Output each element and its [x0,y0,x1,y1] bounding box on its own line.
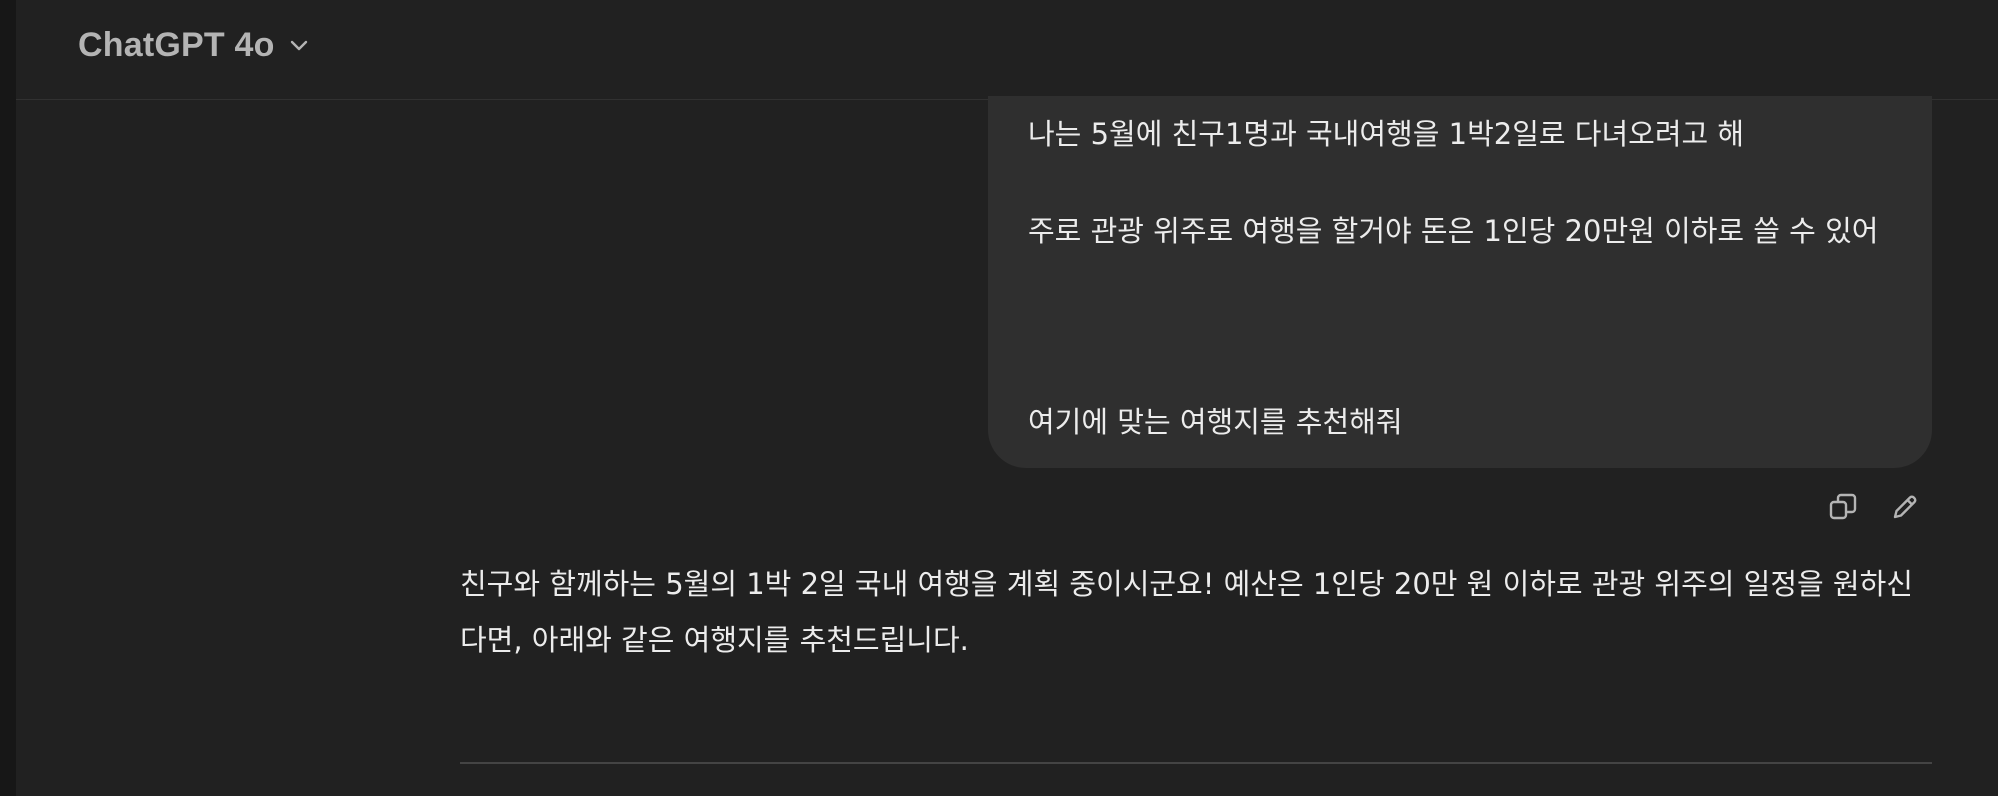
copy-button[interactable] [1822,488,1864,530]
top-bar: ChatGPT 4o [16,0,1998,100]
model-name: ChatGPT 4o [78,25,275,64]
divider [460,762,1932,764]
pencil-icon [1890,492,1920,526]
sidebar-edge [0,0,16,796]
user-message-line: 나는 5월에 친구1명과 국내여행을 1박2일로 다녀오려고 해 [1028,117,1745,151]
user-message-line: 여기에 맞는 여행지를 추천해줘 [1028,405,1403,439]
chevron-down-icon [287,33,311,57]
message-actions [1822,488,1926,530]
user-message-bubble: 나는 5월에 친구1명과 국내여행을 1박2일로 다녀오려고 해 주로 관광 위… [988,96,1932,468]
model-selector-button[interactable]: ChatGPT 4o [64,20,325,70]
user-message-line: 주로 관광 위주로 여행을 할거야 돈은 1인당 20만원 이하로 쓸 수 있어 [1028,214,1879,248]
copy-icon [1828,492,1858,526]
assistant-message: 친구와 함께하는 5월의 1박 2일 국내 여행을 계획 중이시군요! 예산은 … [460,567,1913,657]
chat-app: ChatGPT 4o 나는 5월에 친구1명과 국내여행을 1박2일로 다녀오려… [0,0,1998,796]
edit-button[interactable] [1884,488,1926,530]
